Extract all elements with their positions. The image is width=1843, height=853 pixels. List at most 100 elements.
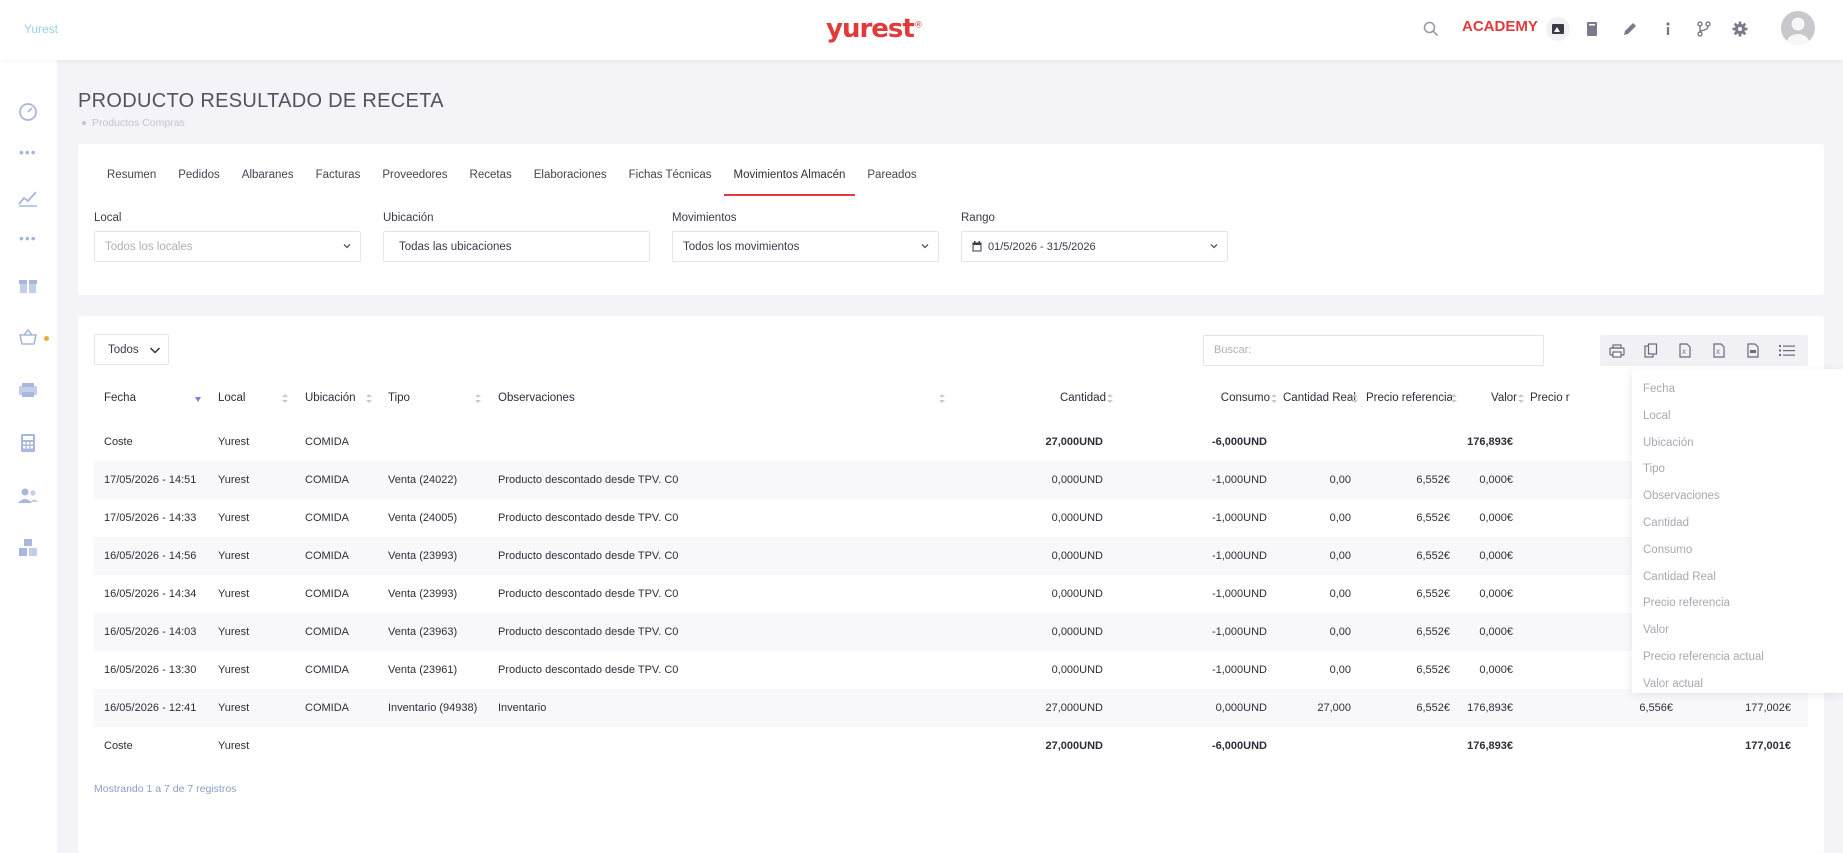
print-icon[interactable] bbox=[1600, 335, 1634, 366]
tab-pareados[interactable]: Pareados bbox=[856, 166, 927, 196]
cell-precio-referencia: 6,552€ bbox=[1416, 474, 1450, 486]
page-length-value: Todos bbox=[108, 343, 139, 356]
filter-rango: Rango 01/5/2026 - 31/5/2026 bbox=[961, 212, 1228, 262]
filters-card: Resumen Pedidos Albaranes Facturas Prove… bbox=[78, 144, 1824, 295]
column-header-cantidad[interactable]: Cantidad bbox=[950, 384, 1106, 412]
column-toggle-valor-actual[interactable]: Valor actual bbox=[1632, 671, 1843, 698]
users-icon[interactable] bbox=[16, 484, 40, 508]
breadcrumb-item[interactable]: Productos Compras bbox=[92, 117, 185, 129]
sort-icon[interactable] bbox=[1107, 394, 1113, 403]
column-toggle-ubicacion[interactable]: Ubicación bbox=[1632, 430, 1843, 457]
table-row[interactable]: 17/05/2026 - 14:33 Yurest COMIDA Venta (… bbox=[94, 499, 1808, 537]
ubicacion-select[interactable]: Todas las ubicaciones bbox=[383, 231, 650, 262]
tab-resumen[interactable]: Resumen bbox=[96, 166, 167, 196]
column-header-observaciones[interactable]: Observaciones bbox=[498, 384, 575, 412]
basket-icon[interactable] bbox=[16, 325, 40, 349]
dots-icon[interactable]: ••• bbox=[19, 144, 37, 160]
column-header-ubicacion[interactable]: Ubicación bbox=[305, 384, 356, 412]
tab-facturas[interactable]: Facturas bbox=[305, 166, 372, 196]
table-row[interactable]: 17/05/2026 - 14:51 Yurest COMIDA Venta (… bbox=[94, 461, 1808, 499]
column-header-cantidad-real[interactable]: Cantidad Real bbox=[1283, 384, 1356, 412]
table-row[interactable]: 16/05/2026 - 14:34 Yurest COMIDA Venta (… bbox=[94, 575, 1808, 613]
image-icon[interactable] bbox=[1545, 16, 1571, 42]
column-header-precio-referencia[interactable]: Precio referencia bbox=[1366, 384, 1453, 412]
tab-recetas[interactable]: Recetas bbox=[459, 166, 523, 196]
sort-icon[interactable] bbox=[1271, 394, 1277, 403]
column-toggle-precio-referencia[interactable]: Precio referencia bbox=[1632, 590, 1843, 617]
cell-consumo: 0,000UND bbox=[1215, 702, 1267, 714]
table-search-input[interactable]: Buscar: bbox=[1203, 335, 1544, 366]
column-toggle-consumo[interactable]: Consumo bbox=[1632, 537, 1843, 564]
gear-icon[interactable] bbox=[1727, 16, 1753, 42]
column-header-tipo[interactable]: Tipo bbox=[388, 384, 410, 412]
table-row[interactable]: 16/05/2026 - 14:03 Yurest COMIDA Venta (… bbox=[94, 613, 1808, 651]
boxes-icon[interactable] bbox=[16, 536, 40, 560]
filter-movimientos: Movimientos Todos los movimientos bbox=[672, 212, 939, 262]
column-toggle-valor[interactable]: Valor bbox=[1632, 617, 1843, 644]
sort-icon[interactable] bbox=[282, 394, 288, 403]
page-length-select[interactable]: Todos bbox=[94, 334, 169, 365]
sort-desc-icon[interactable] bbox=[195, 397, 201, 402]
sort-icon[interactable] bbox=[1451, 394, 1457, 403]
pencil-icon[interactable] bbox=[1617, 16, 1643, 42]
sort-icon[interactable] bbox=[939, 394, 945, 403]
date-range-picker[interactable]: 01/5/2026 - 31/5/2026 bbox=[961, 231, 1228, 262]
column-toggle-observaciones[interactable]: Observaciones bbox=[1632, 483, 1843, 510]
printer-icon[interactable] bbox=[16, 378, 40, 402]
columns-icon[interactable] bbox=[1770, 335, 1804, 366]
branch-icon[interactable] bbox=[1691, 16, 1717, 42]
dashboard-icon[interactable] bbox=[16, 100, 40, 124]
chart-icon[interactable] bbox=[16, 186, 40, 210]
excel-icon[interactable]: X bbox=[1668, 335, 1702, 366]
book-icon[interactable] bbox=[1579, 16, 1605, 42]
tab-pedidos[interactable]: Pedidos bbox=[167, 166, 231, 196]
column-header-consumo[interactable]: Consumo bbox=[1118, 384, 1270, 412]
column-toggle-fecha[interactable]: Fecha bbox=[1632, 376, 1843, 403]
column-header-precio-ref-actual[interactable]: Precio r bbox=[1530, 384, 1570, 412]
cell-local: Yurest bbox=[218, 626, 250, 638]
tab-elaboraciones[interactable]: Elaboraciones bbox=[523, 166, 618, 196]
avatar[interactable] bbox=[1781, 11, 1815, 45]
sort-icon[interactable] bbox=[1352, 394, 1358, 403]
table-row[interactable]: 16/05/2026 - 14:56 Yurest COMIDA Venta (… bbox=[94, 537, 1808, 575]
table-row[interactable]: 16/05/2026 - 13:30 Yurest COMIDA Venta (… bbox=[94, 651, 1808, 689]
sort-icon[interactable] bbox=[1518, 394, 1524, 403]
tab-fichas-tecnicas[interactable]: Fichas Técnicas bbox=[618, 166, 723, 196]
copy-icon[interactable] bbox=[1634, 335, 1668, 366]
gift-icon[interactable] bbox=[16, 273, 40, 297]
column-toggle-tipo[interactable]: Tipo bbox=[1632, 456, 1843, 483]
csv-icon[interactable]: X bbox=[1702, 335, 1736, 366]
search-icon[interactable] bbox=[1418, 16, 1444, 42]
local-select[interactable]: Todos los locales bbox=[94, 231, 361, 262]
column-toggle-local[interactable]: Local bbox=[1632, 403, 1843, 430]
column-header-valor[interactable]: Valor bbox=[1462, 384, 1517, 412]
movimientos-select[interactable]: Todos los movimientos bbox=[672, 231, 939, 262]
tab-movimientos-almacen[interactable]: Movimientos Almacén bbox=[723, 166, 857, 196]
filter-rango-label: Rango bbox=[961, 212, 995, 224]
column-toggle-cantidad-real[interactable]: Cantidad Real bbox=[1632, 564, 1843, 591]
cell-fecha: 17/05/2026 - 14:33 bbox=[104, 512, 197, 524]
column-toggle-cantidad[interactable]: Cantidad bbox=[1632, 510, 1843, 537]
tab-bar: Resumen Pedidos Albaranes Facturas Prove… bbox=[96, 166, 928, 196]
yurest-logo[interactable]: yurest® bbox=[826, 14, 923, 44]
table-row[interactable]: 16/05/2026 - 12:41 Yurest COMIDA Inventa… bbox=[94, 689, 1808, 727]
sort-icon[interactable] bbox=[366, 394, 372, 403]
cell-fecha: 16/05/2026 - 12:41 bbox=[104, 702, 197, 714]
column-header-local[interactable]: Local bbox=[218, 384, 246, 412]
cell-precio-referencia: 6,552€ bbox=[1416, 550, 1450, 562]
tab-albaranes[interactable]: Albaranes bbox=[231, 166, 305, 196]
brand-text[interactable]: Yurest bbox=[24, 22, 58, 36]
cell-valor: 0,000€ bbox=[1479, 588, 1513, 600]
info-icon[interactable] bbox=[1655, 16, 1681, 42]
cell-consumo: -1,000UND bbox=[1211, 626, 1267, 638]
cell-cantidad: 0,000UND bbox=[1051, 512, 1103, 524]
column-header-fecha[interactable]: Fecha bbox=[104, 384, 136, 412]
column-visibility-menu: Fecha Local Ubicación Tipo Observaciones… bbox=[1632, 369, 1843, 693]
pdf-icon[interactable] bbox=[1736, 335, 1770, 366]
academy-link[interactable]: ACADEMY bbox=[1462, 18, 1538, 35]
column-toggle-precio-referencia-actual[interactable]: Precio referencia actual bbox=[1632, 644, 1843, 671]
dots-icon[interactable]: ••• bbox=[19, 230, 37, 246]
calculator-icon[interactable] bbox=[16, 431, 40, 455]
tab-proveedores[interactable]: Proveedores bbox=[371, 166, 458, 196]
sort-icon[interactable] bbox=[475, 394, 481, 403]
